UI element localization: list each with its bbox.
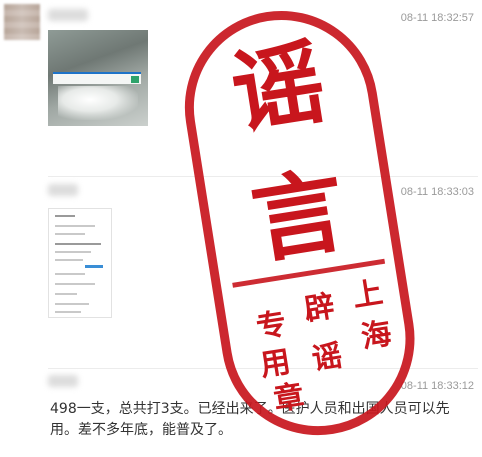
message-screenshot[interactable]	[48, 208, 112, 318]
stamp-small-char: 上	[350, 275, 385, 314]
stamp-small-char: 海	[359, 316, 394, 355]
message-text: 498一支，总共打3支。已经出来了。医护人员和出国人员可以先用。差不多年底，能普…	[50, 401, 450, 438]
message-timestamp: 08-11 18:32:57	[400, 12, 474, 24]
stamp-char-2: 言	[245, 157, 353, 277]
sender-avatar[interactable]	[4, 4, 40, 40]
stamp-divider-line	[232, 258, 386, 288]
stamp-char-1: 谣	[225, 28, 333, 148]
sender-name-blurred	[48, 184, 78, 196]
stamp-small-char: 谣	[310, 338, 345, 377]
package-logo-icon	[131, 76, 139, 83]
sender-name-blurred	[48, 9, 88, 21]
message-timestamp: 08-11 18:33:03	[400, 186, 474, 198]
message-photo[interactable]	[48, 30, 148, 126]
stamp-border	[184, 10, 415, 436]
chat-page: 08-11 18:32:57 08-11 18:33:03 08-11 18:3…	[0, 0, 482, 457]
package-glare	[58, 86, 138, 120]
message-timestamp: 08-11 18:33:12	[400, 380, 474, 392]
sender-name-blurred	[48, 375, 78, 387]
message-divider	[48, 176, 478, 177]
package-label	[53, 72, 141, 84]
message-divider	[48, 368, 478, 369]
stamp-small-char: 用	[258, 344, 293, 383]
stamp-small-char: 专	[254, 307, 289, 346]
stamp-small-char: 辟	[302, 289, 337, 328]
